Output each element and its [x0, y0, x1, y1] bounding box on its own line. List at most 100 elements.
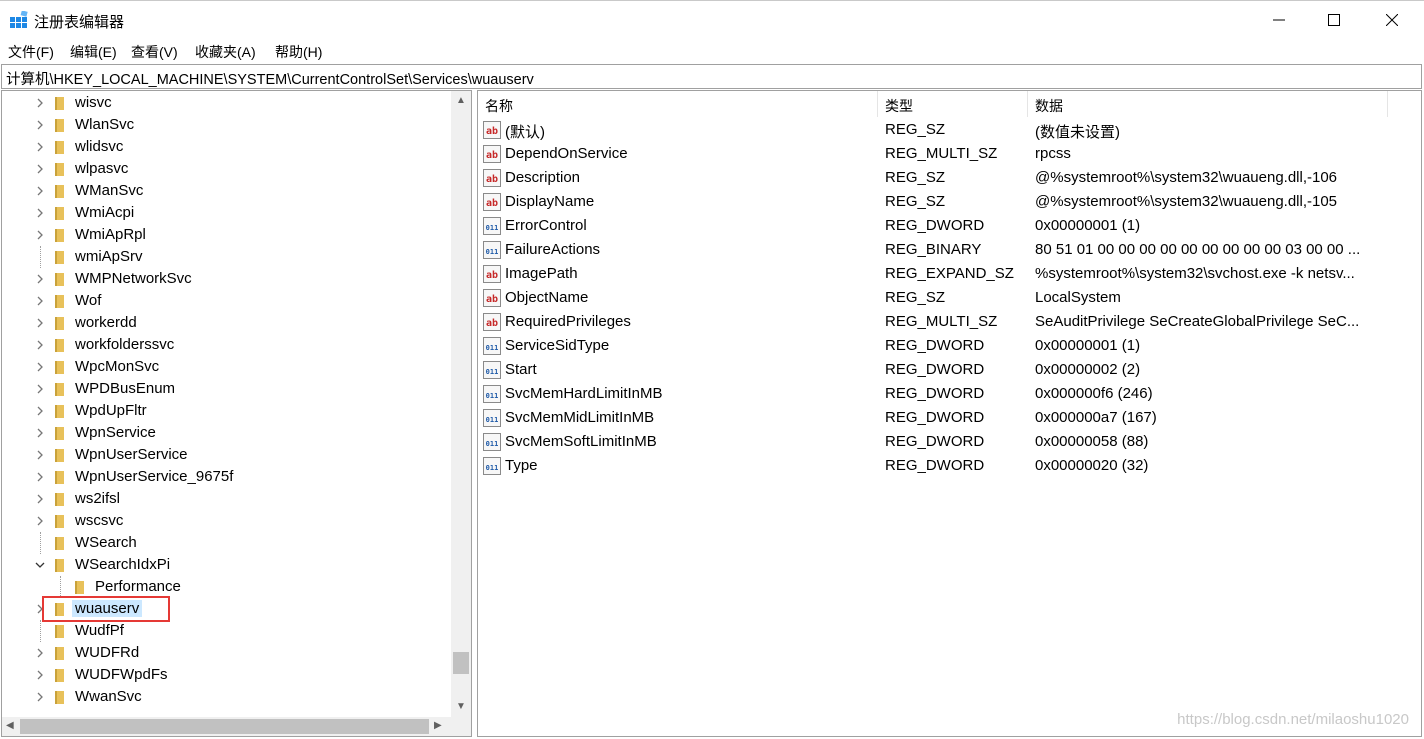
tree-item-label[interactable]: WSearch — [72, 534, 140, 551]
maximize-button[interactable] — [1305, 1, 1363, 39]
tree-item-label[interactable]: Wof — [72, 292, 104, 309]
value-row[interactable]: 011 ErrorControl REG_DWORD 0x00000001 (1) — [478, 214, 1418, 238]
value-row[interactable]: ab Description REG_SZ @%systemroot%\system3… — [478, 166, 1418, 190]
tree-item-label[interactable]: WpdUpFltr — [72, 402, 150, 419]
value-row[interactable]: ab ObjectName REG_SZ LocalSystem — [478, 286, 1418, 310]
value-row[interactable]: ab ImagePath REG_EXPAND_SZ %systemroot%\sys… — [478, 262, 1418, 286]
tree-item[interactable]: workfolderssvc — [2, 334, 452, 356]
tree-item-label[interactable]: WUDFWpdFs — [72, 666, 171, 683]
value-row[interactable]: ab DependOnService REG_MULTI_SZ rpcss — [478, 142, 1418, 166]
tree-item[interactable]: workerdd — [2, 312, 452, 334]
chevron-right-icon[interactable] — [34, 229, 46, 241]
tree-item-label[interactable]: WSearchIdxPi — [72, 556, 173, 573]
chevron-right-icon[interactable] — [34, 273, 46, 285]
tree-item-label[interactable]: WmiAcpi — [72, 204, 137, 221]
tree-item-label[interactable]: WMPNetworkSvc — [72, 270, 195, 287]
value-row[interactable]: 011 SvcMemSoftLimitInMB REG_DWORD 0x0000005… — [478, 430, 1418, 454]
chevron-right-icon[interactable] — [34, 163, 46, 175]
tree-item-label[interactable]: wscsvc — [72, 512, 126, 529]
tree-item[interactable]: WpcMonSvc — [2, 356, 452, 378]
value-row[interactable]: ab RequiredPrivileges REG_MULTI_SZ SeAuditP… — [478, 310, 1418, 334]
tree-item[interactable]: WUDFWpdFs — [2, 664, 452, 686]
tree-item-label[interactable]: WManSvc — [72, 182, 146, 199]
tree-item[interactable]: wlidsvc — [2, 136, 452, 158]
column-header-type[interactable]: 类型 — [878, 91, 1028, 117]
tree-item-label[interactable]: ws2ifsl — [72, 490, 123, 507]
column-header-data[interactable]: 数据 — [1028, 91, 1388, 117]
chevron-right-icon[interactable] — [34, 691, 46, 703]
tree-horizontal-scroll-thumb[interactable] — [20, 719, 429, 734]
tree-item-label[interactable]: WudfPf — [72, 622, 127, 639]
chevron-right-icon[interactable] — [34, 405, 46, 417]
chevron-right-icon[interactable] — [34, 669, 46, 681]
value-row[interactable]: 011 FailureActions REG_BINARY 80 51 01 00 0… — [478, 238, 1418, 262]
menu-favorites[interactable]: 收藏夹(A) — [195, 42, 256, 62]
tree-item[interactable]: Performance — [2, 576, 452, 598]
tree-item-label[interactable]: workfolderssvc — [72, 336, 177, 353]
menu-view[interactable]: 查看(V) — [131, 42, 178, 62]
tree-item[interactable]: WwanSvc — [2, 686, 452, 708]
tree-item[interactable]: wmiApSrv — [2, 246, 452, 268]
value-row[interactable]: ab (默认) REG_SZ (数值未设置) — [478, 118, 1418, 142]
chevron-right-icon[interactable] — [34, 383, 46, 395]
scroll-right-icon[interactable]: ▶ — [434, 720, 442, 731]
chevron-right-icon[interactable] — [34, 339, 46, 351]
tree-item[interactable]: WpnUserService — [2, 444, 452, 466]
tree-item[interactable]: WPDBusEnum — [2, 378, 452, 400]
tree-vertical-scroll-thumb[interactable] — [453, 652, 469, 674]
tree-item[interactable]: WmiApRpl — [2, 224, 452, 246]
chevron-right-icon[interactable] — [34, 493, 46, 505]
tree-item-label[interactable]: workerdd — [72, 314, 140, 331]
chevron-right-icon[interactable] — [34, 449, 46, 461]
chevron-right-icon[interactable] — [34, 471, 46, 483]
tree-item[interactable]: WpnUserService_9675f — [2, 466, 452, 488]
tree-item-label[interactable]: WpcMonSvc — [72, 358, 162, 375]
tree-item-label[interactable]: WpnService — [72, 424, 159, 441]
tree-item[interactable]: Wof — [2, 290, 452, 312]
tree-item-label[interactable]: WlanSvc — [72, 116, 137, 133]
tree-item-label[interactable]: wmiApSrv — [72, 248, 146, 265]
tree-item[interactable]: WpdUpFltr — [2, 400, 452, 422]
chevron-right-icon[interactable] — [34, 647, 46, 659]
tree-horizontal-scrollbar[interactable]: ◀ ▶ — [2, 717, 451, 736]
tree-item-label[interactable]: WpnUserService — [72, 446, 191, 463]
scroll-up-icon[interactable]: ▲ — [456, 95, 466, 106]
chevron-right-icon[interactable] — [34, 515, 46, 527]
scroll-down-icon[interactable]: ▼ — [456, 701, 466, 712]
tree-item[interactable]: WmiAcpi — [2, 202, 452, 224]
tree-item[interactable]: WSearchIdxPi — [2, 554, 452, 576]
tree-item[interactable]: WMPNetworkSvc — [2, 268, 452, 290]
tree-item-label[interactable]: WPDBusEnum — [72, 380, 178, 397]
value-row[interactable]: 011 SvcMemMidLimitInMB REG_DWORD 0x000000a7… — [478, 406, 1418, 430]
tree-item-label[interactable]: wisvc — [72, 94, 115, 111]
tree-item[interactable]: WUDFRd — [2, 642, 452, 664]
close-button[interactable] — [1363, 1, 1421, 39]
value-row[interactable]: 011 Type REG_DWORD 0x00000020 (32) — [478, 454, 1418, 478]
address-bar[interactable]: 计算机\HKEY_LOCAL_MACHINE\SYSTEM\CurrentCon… — [1, 64, 1422, 89]
scroll-left-icon[interactable]: ◀ — [6, 720, 14, 731]
tree-item[interactable]: WSearch — [2, 532, 452, 554]
value-row[interactable]: 011 SvcMemHardLimitInMB REG_DWORD 0x000000f… — [478, 382, 1418, 406]
chevron-right-icon[interactable] — [34, 317, 46, 329]
minimize-button[interactable] — [1250, 1, 1308, 39]
chevron-right-icon[interactable] — [34, 207, 46, 219]
value-row[interactable]: 011 Start REG_DWORD 0x00000002 (2) — [478, 358, 1418, 382]
tree-item-label[interactable]: WUDFRd — [72, 644, 142, 661]
tree-item[interactable]: WManSvc — [2, 180, 452, 202]
tree-item-label[interactable]: wlpasvc — [72, 160, 131, 177]
chevron-right-icon[interactable] — [34, 185, 46, 197]
tree-item[interactable]: WlanSvc — [2, 114, 452, 136]
tree-item[interactable]: WpnService — [2, 422, 452, 444]
tree-item-label[interactable]: WmiApRpl — [72, 226, 149, 243]
chevron-right-icon[interactable] — [34, 119, 46, 131]
menu-file[interactable]: 文件(F) — [8, 42, 54, 62]
chevron-down-icon[interactable] — [34, 559, 46, 571]
chevron-right-icon[interactable] — [34, 361, 46, 373]
tree-item-label[interactable]: wlidsvc — [72, 138, 126, 155]
chevron-right-icon[interactable] — [34, 295, 46, 307]
menu-help[interactable]: 帮助(H) — [275, 42, 322, 62]
tree-vertical-scrollbar[interactable]: ▲ ▼ — [451, 91, 471, 717]
value-row[interactable]: ab DisplayName REG_SZ @%systemroot%\system3… — [478, 190, 1418, 214]
tree-item-label[interactable]: Performance — [92, 578, 184, 595]
tree-item[interactable]: wscsvc — [2, 510, 452, 532]
